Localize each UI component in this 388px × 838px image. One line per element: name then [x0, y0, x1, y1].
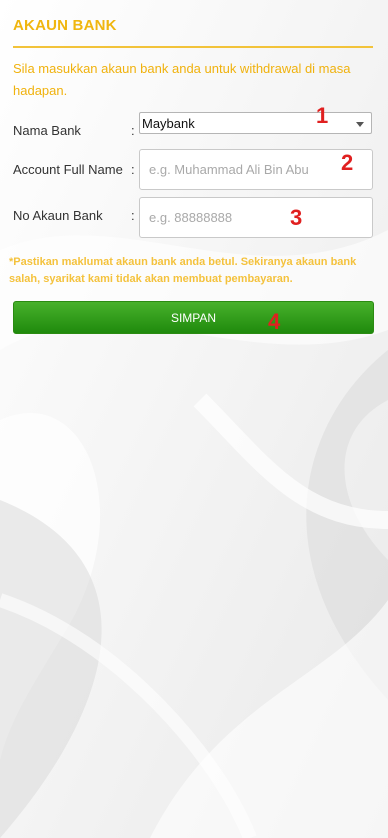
annotation-marker-3: 3	[290, 205, 303, 230]
save-button[interactable]: SIMPAN	[13, 301, 374, 334]
chevron-down-icon[interactable]	[356, 122, 364, 127]
bank-name-selected-value: Maybank	[142, 116, 195, 131]
page-title: AKAUN BANK	[13, 17, 117, 34]
intro-text: Sila masukkan akaun bank anda untuk with…	[13, 61, 351, 98]
annotation-marker-1: 1	[316, 103, 329, 128]
full-name-input[interactable]	[139, 149, 373, 190]
full-name-label: Account Full Name	[13, 162, 123, 177]
annotation-marker-2: 2	[341, 150, 354, 175]
account-number-label: No Akaun Bank	[13, 208, 103, 223]
disclaimer-notice: *Pastikan maklumat akaun bank anda betul…	[9, 256, 357, 285]
bank-name-select[interactable]: Maybank	[139, 112, 372, 134]
title-divider	[13, 46, 373, 48]
bank-account-form: AKAUN BANK Sila masukkan akaun bank anda…	[0, 0, 388, 838]
bank-name-colon: :	[131, 123, 135, 138]
annotation-marker-4: 4	[268, 309, 281, 334]
full-name-colon: :	[131, 162, 135, 177]
bank-name-label: Nama Bank	[13, 123, 81, 138]
account-number-input[interactable]	[139, 197, 373, 238]
account-number-colon: :	[131, 208, 135, 223]
